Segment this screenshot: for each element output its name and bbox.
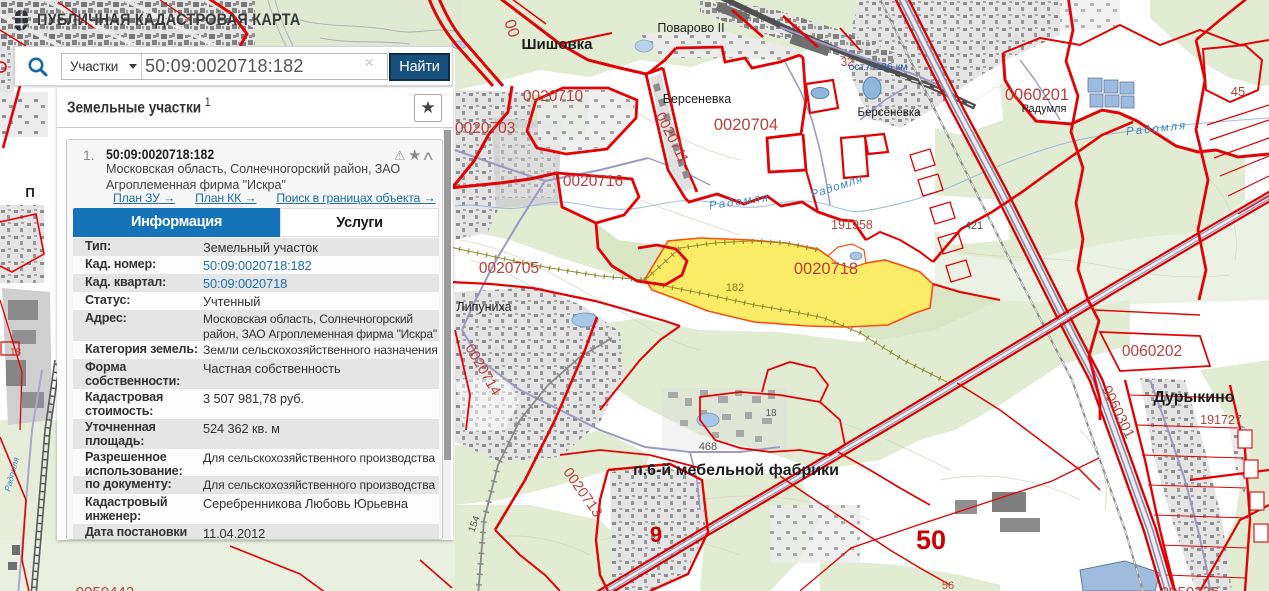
svg-text:0020716: 0020716 xyxy=(563,173,623,190)
svg-text:ост.л.136 км: ост.л.136 км xyxy=(849,61,908,73)
svg-text:0020718: 0020718 xyxy=(794,260,858,278)
svg-text:Берсеневка: Берсеневка xyxy=(663,92,732,106)
svg-text:182: 182 xyxy=(726,282,744,294)
svg-text:Радумля: Радумля xyxy=(1022,103,1067,115)
svg-text:Дурыкино: Дурыкино xyxy=(1154,389,1235,406)
svg-text:0020704: 0020704 xyxy=(714,116,778,134)
svg-text:0020710: 0020710 xyxy=(523,88,584,105)
svg-text:191958: 191958 xyxy=(831,218,873,232)
svg-text:Берсеневка: Берсеневка xyxy=(857,107,921,119)
svg-text:18: 18 xyxy=(765,408,777,419)
svg-text:0050442: 0050442 xyxy=(76,584,134,591)
svg-text:468: 468 xyxy=(699,441,717,453)
svg-text:Шишовка: Шишовка xyxy=(521,36,593,53)
svg-text:9: 9 xyxy=(650,522,662,547)
svg-text:0060202: 0060202 xyxy=(1122,343,1182,360)
svg-text:0050336: 0050336 xyxy=(1161,584,1219,591)
svg-text:56: 56 xyxy=(942,580,954,591)
svg-text:Липуниха: Липуниха xyxy=(456,300,511,314)
svg-text:191727: 191727 xyxy=(1200,413,1242,427)
svg-text:П: П xyxy=(25,185,34,200)
svg-text:50: 50 xyxy=(916,525,946,555)
svg-text:0020705: 0020705 xyxy=(479,260,539,277)
svg-text:Поварово II: Поварово II xyxy=(657,21,724,35)
svg-text:0020703: 0020703 xyxy=(455,120,515,137)
svg-text:18: 18 xyxy=(10,347,22,358)
svg-text:0060201: 0060201 xyxy=(1005,86,1069,104)
svg-text:п.6-й мебельной фабрики: п.6-й мебельной фабрики xyxy=(633,462,839,479)
svg-text:421: 421 xyxy=(965,220,983,232)
svg-text:45: 45 xyxy=(1231,84,1245,99)
